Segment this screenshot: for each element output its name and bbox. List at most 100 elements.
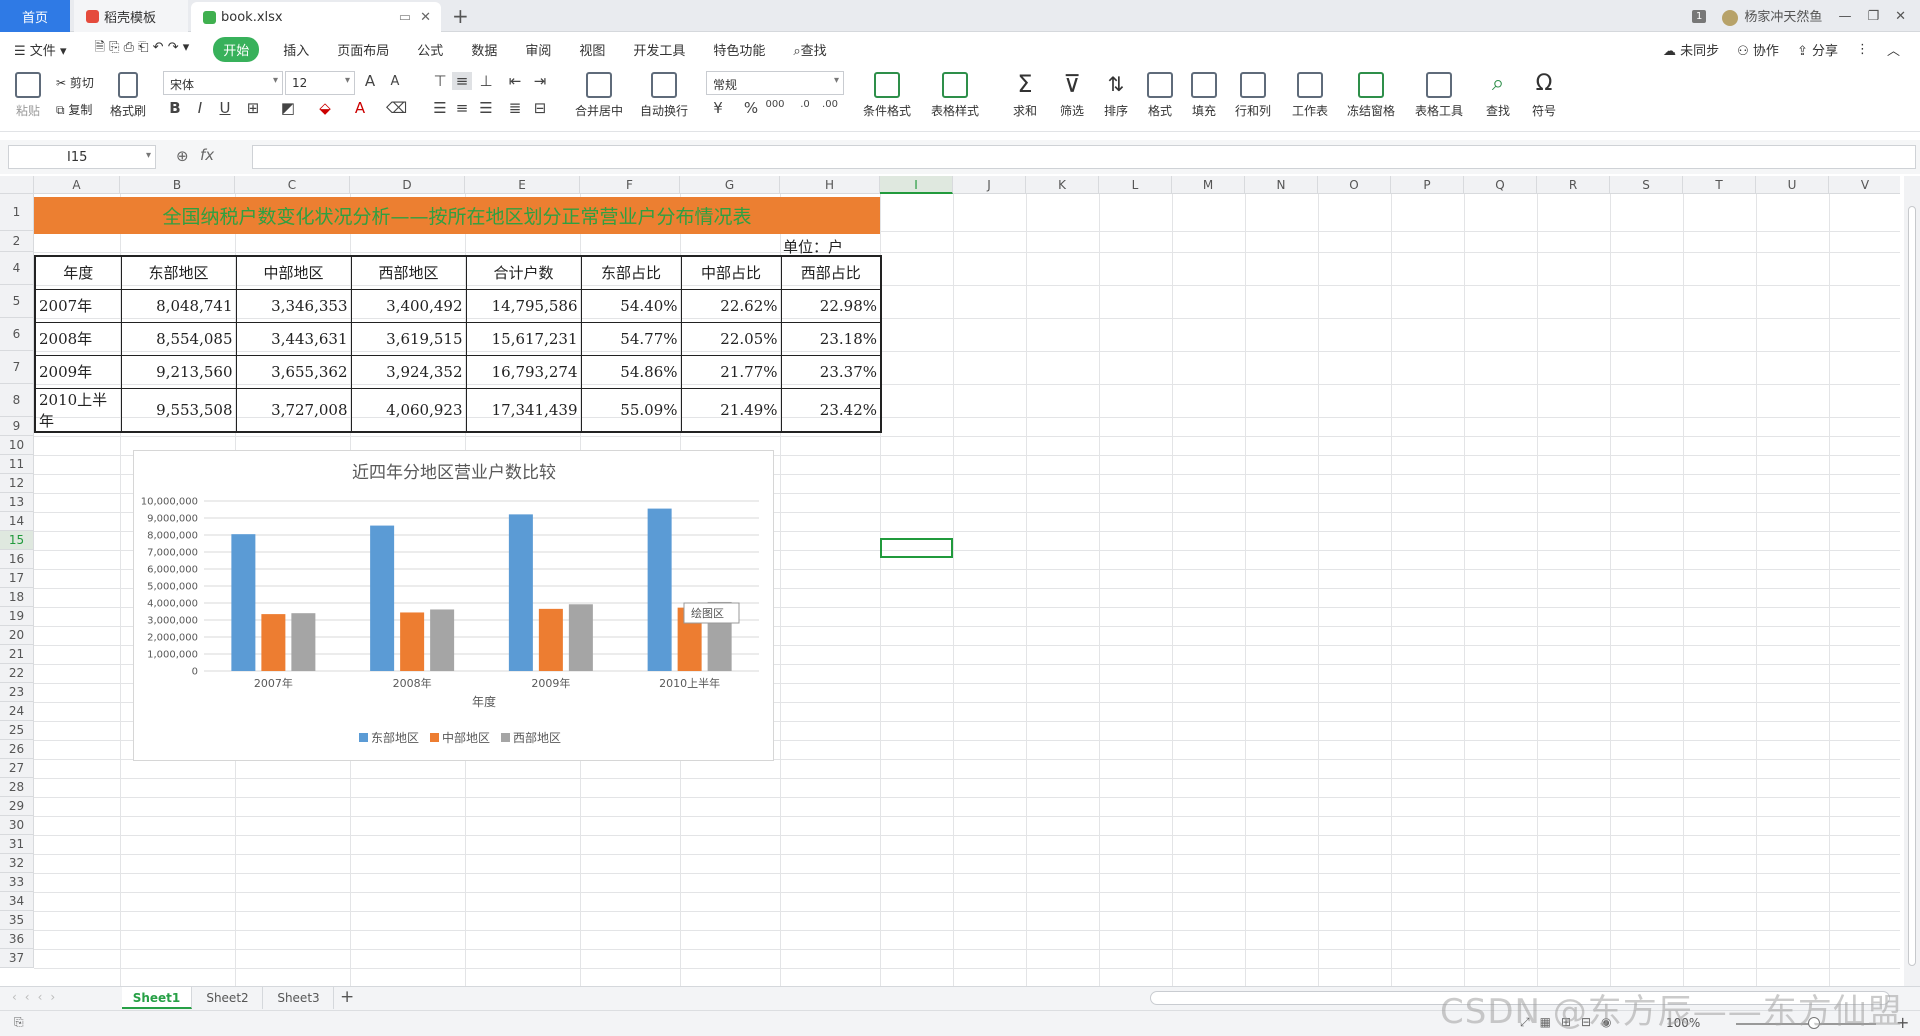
number-format-select[interactable]: 常规	[706, 71, 844, 95]
column-header[interactable]: Q	[1464, 176, 1537, 194]
row-header[interactable]: 32	[0, 854, 34, 873]
justify-icon[interactable]: ≣	[505, 99, 525, 117]
align-center-icon[interactable]: ≡	[452, 99, 472, 117]
row-header[interactable]: 6	[0, 318, 34, 351]
menu-search[interactable]: ⌕查找	[793, 40, 826, 59]
value-cell[interactable]: 3,400,492	[350, 288, 467, 323]
filter-button[interactable]: ⊽ 筛选	[1052, 72, 1092, 119]
window-count-badge[interactable]: 1	[1692, 9, 1707, 23]
sheet-tab-2[interactable]: Sheet2	[193, 987, 263, 1009]
clear-icon[interactable]: ⌫	[386, 99, 407, 117]
fill-color-icon[interactable]: ◩	[278, 99, 298, 117]
cut-button[interactable]: ✂ 剪切	[56, 74, 108, 91]
header-cell[interactable]: 东部占比	[580, 255, 682, 290]
align-top-icon[interactable]: ⊤	[430, 72, 450, 90]
year-cell[interactable]: 2008年	[34, 321, 122, 356]
row-header[interactable]: 20	[0, 626, 34, 645]
value-cell[interactable]: 22.62%	[680, 288, 782, 323]
row-header[interactable]: 27	[0, 759, 34, 778]
underline-icon[interactable]: U	[215, 99, 235, 117]
row-header[interactable]: 12	[0, 474, 34, 493]
header-cell[interactable]: 西部地区	[350, 255, 467, 290]
value-cell[interactable]: 4,060,923	[350, 387, 467, 432]
macro-icon[interactable]: ⎘	[14, 1015, 24, 1030]
row-header[interactable]: 18	[0, 588, 34, 607]
menu-page-layout[interactable]: 页面布局	[337, 40, 389, 59]
copy-button[interactable]: ⧉ 复制	[56, 101, 108, 118]
table-style-button[interactable]: 表格样式	[926, 72, 984, 119]
row-header[interactable]: 17	[0, 569, 34, 588]
column-header[interactable]: H	[780, 176, 880, 194]
italic-icon[interactable]: I	[190, 99, 210, 117]
row-header[interactable]: 24	[0, 702, 34, 721]
row-header[interactable]: 2	[0, 231, 34, 252]
header-cell[interactable]: 西部占比	[780, 255, 882, 290]
column-header[interactable]: D	[350, 176, 465, 194]
row-header[interactable]: 19	[0, 607, 34, 626]
symbol-button[interactable]: Ω 符号	[1524, 72, 1564, 119]
worksheet-button[interactable]: 工作表	[1284, 72, 1336, 119]
row-header[interactable]: 31	[0, 835, 34, 854]
zoom-formula-icon[interactable]: ⊕	[176, 147, 189, 165]
value-cell[interactable]: 54.40%	[580, 288, 682, 323]
row-header[interactable]: 37	[0, 949, 34, 968]
fx-icon[interactable]: fx	[200, 146, 214, 164]
column-header[interactable]: F	[580, 176, 680, 194]
row-header[interactable]: 34	[0, 892, 34, 911]
row-header[interactable]: 16	[0, 550, 34, 569]
value-cell[interactable]: 23.42%	[780, 387, 882, 432]
sort-button[interactable]: ⇅ 排序	[1096, 72, 1136, 119]
indent-decrease-icon[interactable]: ⇤	[505, 72, 525, 90]
column-header[interactable]: T	[1683, 176, 1756, 194]
sheet-nav-arrows[interactable]: ‹‹‹›	[12, 990, 63, 1004]
value-cell[interactable]: 22.05%	[680, 321, 782, 356]
close-window-icon[interactable]: ✕	[1895, 9, 1906, 24]
row-header[interactable]: 10	[0, 436, 34, 455]
tab-book[interactable]: book.xlsx ▭ ✕	[191, 2, 441, 32]
header-cell[interactable]: 中部占比	[680, 255, 782, 290]
distribute-icon[interactable]: ⊟	[530, 99, 550, 117]
column-header[interactable]: B	[120, 176, 235, 194]
row-header[interactable]: 26	[0, 740, 34, 759]
value-cell[interactable]: 21.77%	[680, 354, 782, 389]
conditional-format-button[interactable]: 条件格式	[858, 72, 916, 119]
column-header[interactable]: G	[680, 176, 780, 194]
formula-input[interactable]	[252, 145, 1916, 169]
row-header[interactable]: 28	[0, 778, 34, 797]
menu-start[interactable]: 开始	[213, 36, 260, 62]
value-cell[interactable]: 3,619,515	[350, 321, 467, 356]
indent-increase-icon[interactable]: ⇥	[530, 72, 550, 90]
header-cell[interactable]: 合计户数	[465, 255, 582, 290]
column-header[interactable]: M	[1172, 176, 1245, 194]
value-cell[interactable]: 8,048,741	[120, 288, 237, 323]
value-cell[interactable]: 54.86%	[580, 354, 682, 389]
more-icon[interactable]: ⋮	[1856, 42, 1869, 57]
collaborate-button[interactable]: ⚇ 协作	[1737, 40, 1779, 59]
value-cell[interactable]: 9,213,560	[120, 354, 237, 389]
bucket-icon[interactable]: ⬙	[315, 99, 335, 117]
format-painter-button[interactable]: 格式刷	[108, 72, 148, 119]
selected-cell-I15[interactable]	[880, 538, 953, 558]
sum-button[interactable]: Σ 求和	[1005, 72, 1045, 119]
screen-icon[interactable]: ▭	[399, 10, 411, 25]
new-tab-icon[interactable]: +	[452, 4, 469, 28]
tab-template[interactable]: 稻壳模板	[74, 0, 188, 32]
value-cell[interactable]: 23.18%	[780, 321, 882, 356]
row-header[interactable]: 14	[0, 512, 34, 531]
row-header[interactable]: 22	[0, 664, 34, 683]
data-table[interactable]: 年度 东部地区 中部地区 西部地区 合计户数 东部占比 中部占比 西部占比 20…	[34, 255, 882, 433]
merge-center-button[interactable]: 合并居中	[568, 72, 630, 119]
sheet-title[interactable]: 全国纳税户数变化状况分析——按所在地区划分正常营业户分布情况表	[34, 197, 880, 234]
value-cell[interactable]: 3,727,008	[235, 387, 352, 432]
minimize-icon[interactable]: —	[1838, 9, 1851, 24]
row-header[interactable]: 36	[0, 930, 34, 949]
row-header[interactable]: 11	[0, 455, 34, 474]
add-sheet-icon[interactable]: +	[340, 987, 354, 1007]
column-header[interactable]: C	[235, 176, 350, 194]
column-header[interactable]: N	[1245, 176, 1318, 194]
font-color-icon[interactable]: A	[350, 99, 370, 117]
increase-decimal-icon[interactable]: .0	[795, 99, 815, 110]
fill-button[interactable]: 填充	[1184, 72, 1224, 119]
wrap-text-button[interactable]: 自动换行	[636, 72, 692, 119]
user-account[interactable]: 杨家冲天然鱼	[1722, 6, 1822, 26]
